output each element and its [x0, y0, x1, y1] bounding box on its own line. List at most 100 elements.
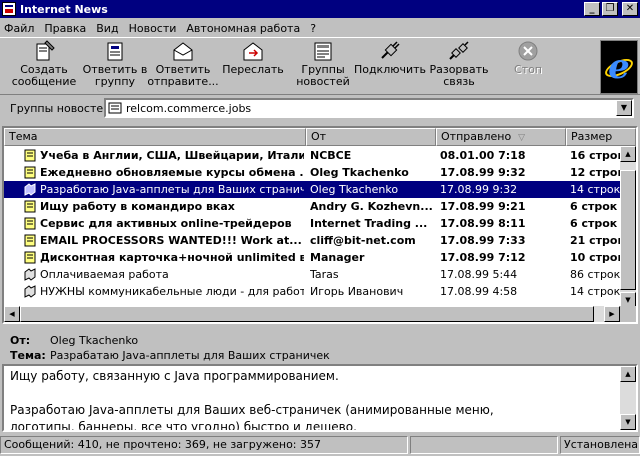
message-page-icon [24, 234, 36, 247]
message-from: Oleg Tkachenko [310, 166, 409, 179]
newsgroup-label: Группы новостей [10, 101, 111, 115]
message-row[interactable]: Ищу работу в командиро вках Andry G. Kozh… [4, 198, 622, 215]
read-message-icon [24, 285, 36, 298]
read-message-icon [24, 268, 36, 281]
window-title: Internet News [20, 2, 108, 16]
message-row[interactable]: Оплачиваемая работа Taras 17.08.99 5:44 86 … [4, 266, 622, 283]
status-connection: Установлена с [560, 436, 640, 454]
message-sent: 17.08.99 7:33 [440, 234, 526, 247]
from-label: От: [10, 334, 31, 347]
column-sent[interactable]: Отправлено ▽ [436, 128, 566, 146]
h-scroll-thumb[interactable] [20, 306, 594, 322]
scroll-down-icon[interactable]: ▼ [620, 414, 636, 430]
message-subject: Оплачиваемая работа [40, 268, 169, 281]
scroll-left-icon[interactable]: ◀ [4, 306, 20, 322]
message-sent: 17.08.99 4:58 [440, 285, 518, 298]
internet-explorer-logo: e [600, 40, 638, 94]
disconnect-button[interactable]: Разорвать связь [426, 40, 492, 94]
menu-file[interactable]: Файл [4, 22, 34, 35]
forward-button[interactable]: Переслать [220, 40, 286, 94]
newsgroup-select[interactable]: relcom.commerce.jobs ▼ [104, 98, 634, 118]
minimize-button[interactable]: _ [584, 2, 600, 16]
message-from: Manager [310, 251, 365, 264]
menu-edit[interactable]: Правка [44, 22, 86, 35]
internet-news-app-icon[interactable] [2, 2, 16, 16]
message-page-icon [24, 251, 36, 264]
column-size[interactable]: Размер [566, 128, 636, 146]
close-button[interactable]: ✕ [622, 2, 638, 16]
message-size: 21 строк [570, 234, 622, 247]
message-size: 14 строк [570, 183, 621, 196]
toolbar: Создать сообщение Ответить в группу Отве… [0, 37, 640, 95]
message-row[interactable]: Разработаю Java-апплеты для Ваших страни… [4, 181, 622, 198]
message-row[interactable]: Сервис для активных online-трейдеров Inte… [4, 215, 622, 232]
menu-view[interactable]: Вид [96, 22, 118, 35]
message-sent: 17.08.99 8:11 [440, 217, 526, 230]
preview-body: Ищу работу, связанную с Java программиро… [10, 369, 494, 432]
newsgroup-icon [108, 102, 122, 114]
message-sent: 17.08.99 9:32 [440, 166, 526, 179]
message-from: cliff@bit-net.com [310, 234, 416, 247]
new-post-icon [36, 40, 55, 61]
message-row[interactable]: Учеба в Англии, США, Швейцарии, Итали...… [4, 147, 622, 164]
reply-group-button[interactable]: Ответить в группу [80, 40, 150, 94]
message-subject: НУЖНЫ коммуникабельные люди - для работы… [40, 285, 304, 298]
message-subject: Ежедневно обновляемые курсы обмена ... [40, 166, 304, 179]
preview-vertical-scrollbar[interactable]: ▲ ▼ [620, 366, 636, 430]
menu-help[interactable]: ? [310, 22, 316, 35]
connect-button[interactable]: Подключить [354, 40, 426, 94]
scroll-up-icon[interactable]: ▲ [620, 366, 636, 382]
scroll-right-icon[interactable]: ▶ [604, 306, 620, 322]
message-size: 6 строк [570, 200, 618, 213]
restore-button[interactable]: ❐ [602, 2, 618, 16]
message-sent: 17.08.99 9:21 [440, 200, 526, 213]
message-subject: Дисконтная карточка+ночной unlimited в..… [40, 251, 304, 264]
message-row[interactable]: Ежедневно обновляемые курсы обмена ... Ol… [4, 164, 622, 181]
window-controls: _ ❐ ✕ [584, 2, 638, 16]
chevron-down-icon[interactable]: ▼ [616, 100, 632, 116]
newsgroups-icon [314, 42, 332, 61]
title-bar: Internet News _ ❐ ✕ [0, 0, 640, 18]
message-from: NCBCE [310, 149, 352, 162]
status-message-count: Сообщений: 410, не прочтено: 369, не заг… [0, 436, 408, 454]
forward-icon [243, 42, 263, 61]
status-bar: Сообщений: 410, не прочтено: 369, не заг… [0, 434, 640, 454]
message-row[interactable]: НУЖНЫ коммуникабельные люди - для работы… [4, 283, 622, 300]
message-sent: 17.08.99 5:44 [440, 268, 518, 281]
list-vertical-scrollbar[interactable]: ▲ ▼ [620, 146, 636, 308]
column-subject[interactable]: Тема [4, 128, 306, 146]
message-size: 6 строк [570, 217, 618, 230]
message-subject: Учеба в Англии, США, Швейцарии, Итали... [40, 149, 304, 162]
message-from: Taras [310, 268, 339, 281]
message-sent: 17.08.99 9:32 [440, 183, 518, 196]
message-row[interactable]: EMAIL PROCESSORS WANTED!!! Work at... cli… [4, 232, 622, 249]
message-size: 10 строк [570, 251, 622, 264]
message-subject: Разработаю Java-апплеты для Ваших страни… [40, 183, 304, 196]
newsgroups-button[interactable]: Группы новостей [290, 40, 356, 94]
subject-label: Тема: [10, 349, 46, 362]
sort-down-arrow-icon: ▽ [518, 133, 525, 143]
message-page-icon [24, 217, 36, 230]
menu-offline[interactable]: Автономная работа [186, 22, 300, 35]
message-sent: 17.08.99 7:12 [440, 251, 526, 264]
newsgroup-bar: Группы новостей relcom.commerce.jobs ▼ [0, 96, 640, 120]
disconnect-icon [449, 41, 469, 60]
reply-author-button[interactable]: Ответить отправите... [147, 40, 219, 94]
message-row[interactable]: Дисконтная карточка+ночной unlimited в..… [4, 249, 622, 266]
menu-bar: Файл Правка Вид Новости Автономная работ… [0, 19, 640, 37]
scroll-thumb[interactable] [620, 170, 636, 290]
menu-news[interactable]: Новости [129, 22, 177, 35]
new-post-button[interactable]: Создать сообщение [6, 40, 82, 94]
scroll-up-icon[interactable]: ▲ [620, 146, 636, 162]
preview-from: Oleg Tkachenko [50, 334, 139, 347]
list-horizontal-scrollbar[interactable]: ◀ ▶ [4, 306, 620, 322]
reply-author-icon [173, 42, 193, 61]
message-from: Игорь Иванович [310, 285, 404, 298]
stop-button[interactable]: Стоп [498, 40, 558, 94]
newsgroup-value: relcom.commerce.jobs [126, 101, 252, 115]
message-size: 86 строк [570, 268, 621, 281]
message-subject: Ищу работу в командиро вках [40, 200, 235, 213]
message-page-icon [24, 200, 36, 213]
column-from[interactable]: От [306, 128, 436, 146]
preview-pane[interactable]: Ищу работу, связанную с Java программиро… [2, 364, 638, 432]
